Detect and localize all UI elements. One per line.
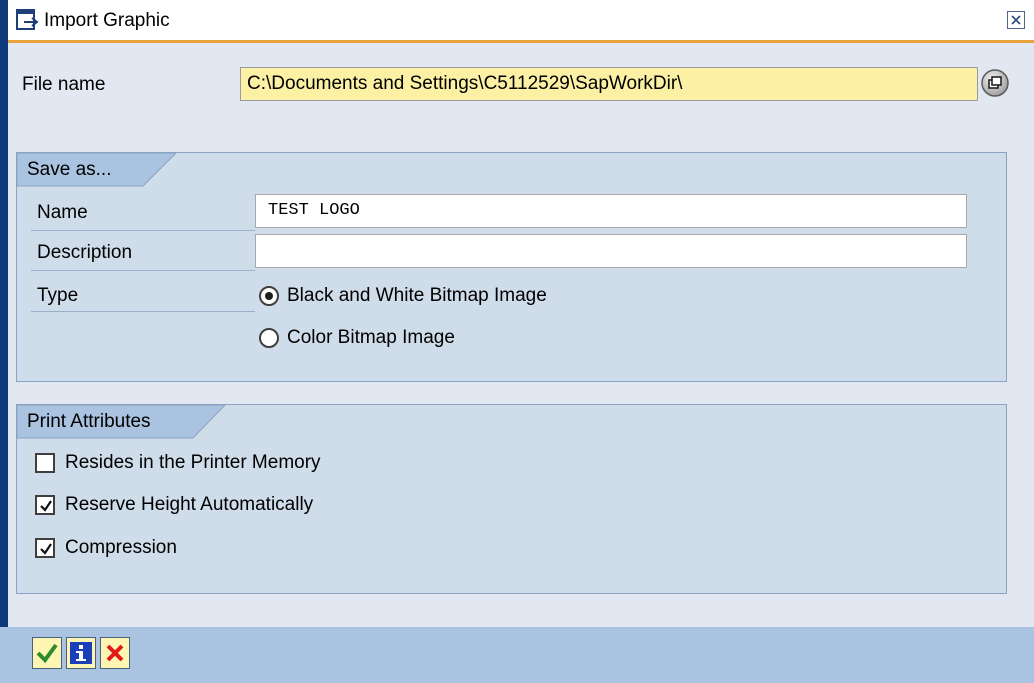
cancel-icon: [106, 644, 124, 662]
reserve-height-label: Reserve Height Automatically: [65, 494, 314, 515]
browse-icon: [980, 69, 1010, 102]
resides-in-printer-memory-checkbox[interactable]: [35, 453, 55, 473]
radio-black-white-bitmap[interactable]: [259, 286, 279, 306]
compression-label: Compression: [65, 537, 177, 558]
dialog-title: Import Graphic: [44, 10, 170, 31]
checkmark-icon: [40, 543, 52, 555]
file-name-input[interactable]: C:\Documents and Settings\C5112529\SapWo…: [240, 67, 978, 101]
file-name-label: File name: [22, 74, 106, 95]
description-label-underline: [31, 270, 255, 271]
import-graphic-icon: [16, 8, 42, 32]
resides-in-printer-memory-label: Resides in the Printer Memory: [65, 452, 321, 473]
color-bitmap-label: Color Bitmap Image: [287, 327, 455, 348]
dialog-footer: [0, 627, 1034, 683]
description-label: Description: [37, 242, 133, 263]
close-button[interactable]: [1007, 11, 1025, 29]
save-as-group: Save as... Name TEST LOGO Description Ty…: [16, 152, 1007, 382]
window-left-border: [0, 0, 8, 627]
type-label-underline: [31, 311, 255, 312]
info-icon: [70, 642, 92, 664]
import-graphic-dialog: Import Graphic File name C:\Documents an…: [0, 0, 1034, 683]
cancel-button[interactable]: [100, 637, 130, 669]
reserve-height-checkbox[interactable]: [35, 495, 55, 515]
check-icon: [36, 643, 58, 664]
print-attributes-title: Print Attributes: [27, 411, 151, 432]
compression-checkbox[interactable]: [35, 538, 55, 558]
confirm-button[interactable]: [32, 637, 62, 669]
black-white-bitmap-label: Black and White Bitmap Image: [287, 285, 547, 306]
description-input[interactable]: [255, 234, 967, 268]
name-label-underline: [31, 230, 255, 231]
name-label: Name: [37, 202, 88, 223]
title-bar-accent-line: [8, 40, 1034, 43]
save-as-title: Save as...: [27, 159, 112, 180]
name-input[interactable]: TEST LOGO: [255, 194, 967, 228]
type-label: Type: [37, 285, 79, 306]
print-attributes-group: Print Attributes Resides in the Printer …: [16, 404, 1007, 594]
browse-button[interactable]: [980, 68, 1010, 98]
information-button[interactable]: [66, 637, 96, 669]
checkmark-icon: [40, 500, 52, 512]
radio-color-bitmap[interactable]: [259, 328, 279, 348]
